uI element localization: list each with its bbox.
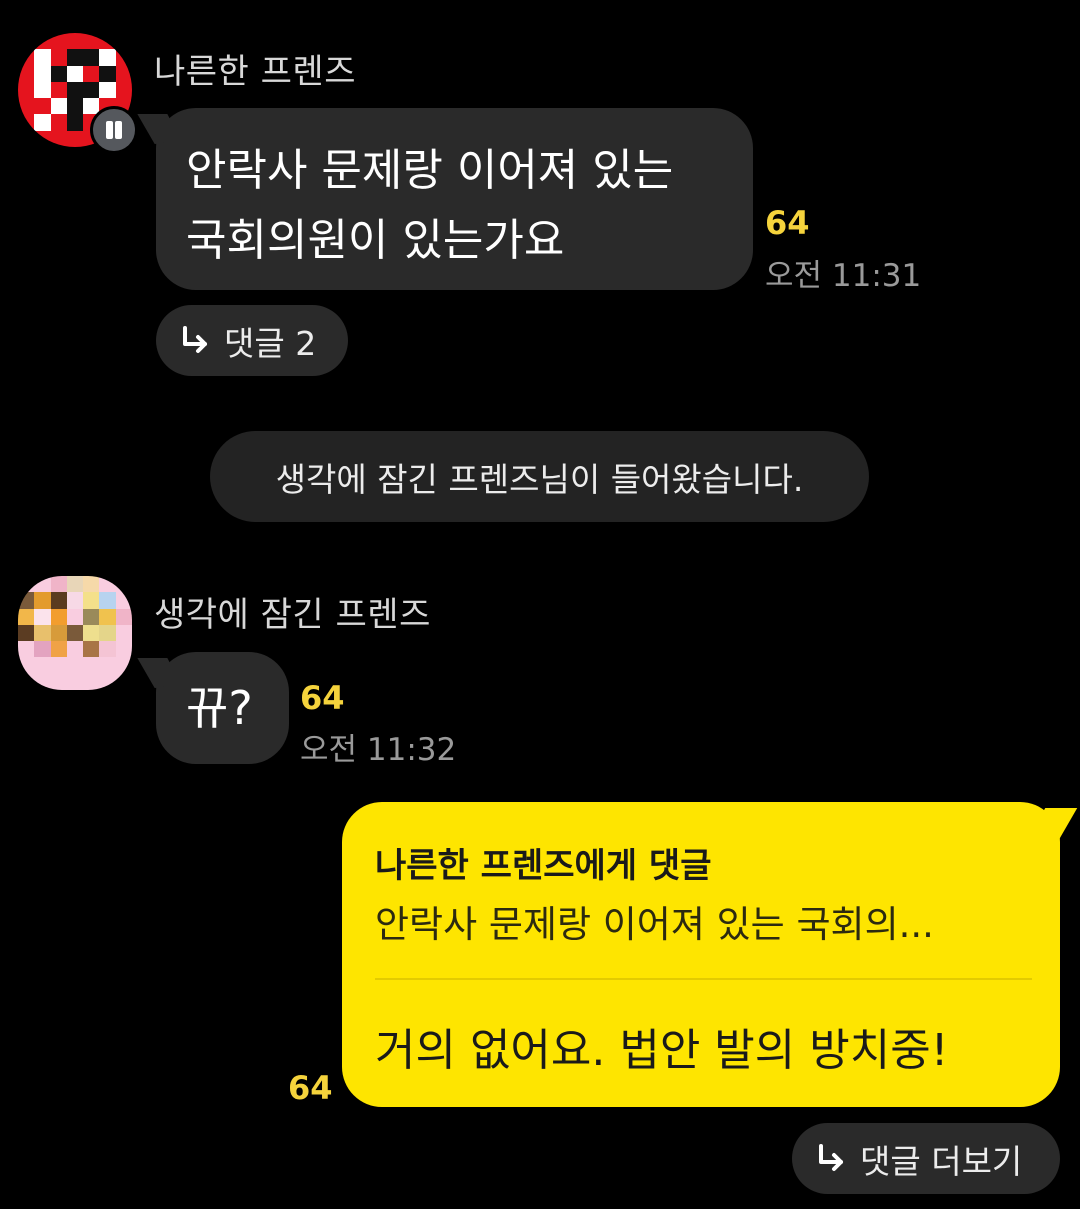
- reply-more-label: 댓글 더보기: [860, 1141, 1023, 1181]
- avatar-thinking-friends[interactable]: [18, 576, 132, 690]
- unread-count: 64: [300, 679, 345, 717]
- avatar-pixel-mosaic: [18, 576, 132, 690]
- message-time: 오전 11:31: [765, 258, 922, 294]
- reply-more-button[interactable]: 댓글 더보기: [792, 1123, 1060, 1194]
- quote-title: 나른한 프렌즈에게 댓글: [375, 846, 712, 886]
- quote-text: 안락사 문제랑 이어져 있는 국회의...: [375, 903, 934, 946]
- system-notice: 생각에 잠긴 프렌즈님이 들어왔습니다.: [210, 431, 869, 522]
- reply-arrow-icon: [183, 325, 207, 353]
- quote-divider: [375, 978, 1032, 980]
- reply-count-button[interactable]: 댓글 2: [156, 305, 348, 376]
- unread-count: 64: [288, 1069, 333, 1107]
- my-message-bubble[interactable]: 나른한 프렌즈에게 댓글 안락사 문제랑 이어져 있는 국회의... 거의 없어…: [342, 802, 1060, 1107]
- profile-badge-icon: [90, 106, 138, 154]
- sender-name: 나른한 프렌즈: [154, 52, 356, 92]
- message-line: 안락사 문제랑 이어져 있는: [186, 145, 674, 196]
- reply-count-label: 댓글 2: [224, 323, 317, 363]
- unread-count: 64: [765, 204, 810, 242]
- reply-arrow-icon: [819, 1143, 843, 1171]
- message-bubble[interactable]: 뀨?: [156, 652, 289, 764]
- message-line: 국회의원이 있는가요: [186, 215, 565, 266]
- message-time: 오전 11:32: [300, 732, 457, 768]
- message-bubble[interactable]: 안락사 문제랑 이어져 있는 국회의원이 있는가요: [156, 108, 753, 290]
- sender-name: 생각에 잠긴 프렌즈: [154, 595, 431, 635]
- message-text: 거의 없어요. 법안 발의 방치중!: [375, 1025, 949, 1076]
- message-text: 뀨?: [186, 681, 253, 735]
